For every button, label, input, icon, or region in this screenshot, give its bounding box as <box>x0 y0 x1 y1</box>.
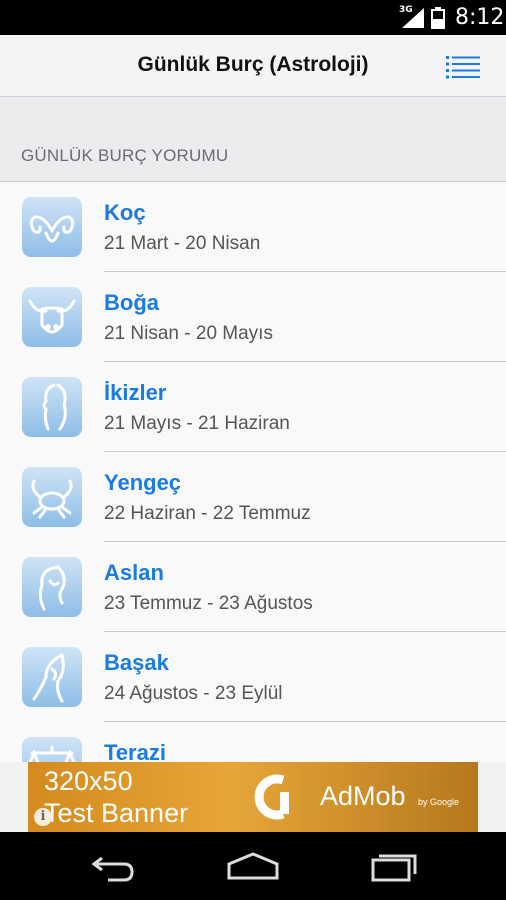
ad-info-icon[interactable]: i <box>34 808 52 826</box>
sign-dates: 23 Temmuz - 23 Ağustos <box>104 593 313 614</box>
sign-name: Boğa <box>104 290 159 315</box>
page-title: Günlük Burç (Astroloji) <box>137 53 369 76</box>
sign-dates: 21 Mart - 20 Nisan <box>104 233 261 254</box>
sign-dates: 21 Mayıs - 21 Haziran <box>104 413 290 434</box>
clock: 8:12 <box>455 5 505 30</box>
virgo-icon <box>22 647 82 707</box>
sign-name: Terazi <box>104 740 166 762</box>
section-title: GÜNLÜK BURÇ YORUMU <box>21 146 229 165</box>
home-icon[interactable] <box>225 850 281 882</box>
cancer-icon <box>22 467 82 527</box>
list-item-yengec[interactable]: Yengeç 22 Haziran - 22 Temmuz <box>0 452 506 542</box>
admob-logo-icon <box>254 774 289 820</box>
list-item-koc[interactable]: Koç 21 Mart - 20 Nisan <box>0 182 506 272</box>
list-menu-icon[interactable] <box>446 55 480 79</box>
recent-apps-icon[interactable] <box>369 850 419 882</box>
ad-container: 320x50 Test Banner AdMob by Google i <box>0 762 506 832</box>
signal-icon <box>402 8 424 28</box>
list-item-basak[interactable]: Başak 24 Ağustos - 23 Eylül <box>0 632 506 722</box>
back-icon[interactable] <box>88 850 136 882</box>
sign-list: Koç 21 Mart - 20 Nisan Boğa 21 Nisan - 2… <box>0 181 506 762</box>
ad-brand: AdMob <box>320 781 406 811</box>
aries-icon <box>22 197 82 257</box>
status-bar: 3G 8:12 <box>0 0 506 35</box>
content-area: GÜNLÜK BURÇ YORUMU Koç 21 Mart - 20 Nisa… <box>0 97 506 762</box>
sign-dates: 24 Ağustos - 23 Eylül <box>104 683 283 704</box>
sign-name: İkizler <box>104 380 167 405</box>
app-bar: Günlük Burç (Astroloji) <box>0 35 506 97</box>
ad-banner[interactable]: 320x50 Test Banner AdMob by Google i <box>28 762 478 832</box>
sign-name: Aslan <box>104 560 164 585</box>
taurus-icon <box>22 287 82 347</box>
ad-size-label: 320x50 <box>44 766 133 796</box>
ad-test-label: Test Banner <box>44 798 189 828</box>
list-item-boga[interactable]: Boğa 21 Nisan - 20 Mayıs <box>0 272 506 362</box>
ad-by-google: by Google <box>418 797 460 807</box>
sign-dates: 22 Haziran - 22 Temmuz <box>104 503 311 524</box>
gemini-icon <box>22 377 82 437</box>
sign-dates: 21 Nisan - 20 Mayıs <box>104 323 273 344</box>
libra-icon <box>22 737 82 762</box>
list-item-ikizler[interactable]: İkizler 21 Mayıs - 21 Haziran <box>0 362 506 452</box>
list-item-aslan[interactable]: Aslan 23 Temmuz - 23 Ağustos <box>0 542 506 632</box>
sign-name: Yengeç <box>104 470 182 495</box>
leo-icon <box>22 557 82 617</box>
sign-name: Koç <box>104 200 146 225</box>
battery-icon <box>431 7 445 29</box>
sign-name: Başak <box>104 650 169 675</box>
list-item-terazi[interactable]: Terazi <box>0 722 506 762</box>
navigation-bar <box>0 832 506 900</box>
